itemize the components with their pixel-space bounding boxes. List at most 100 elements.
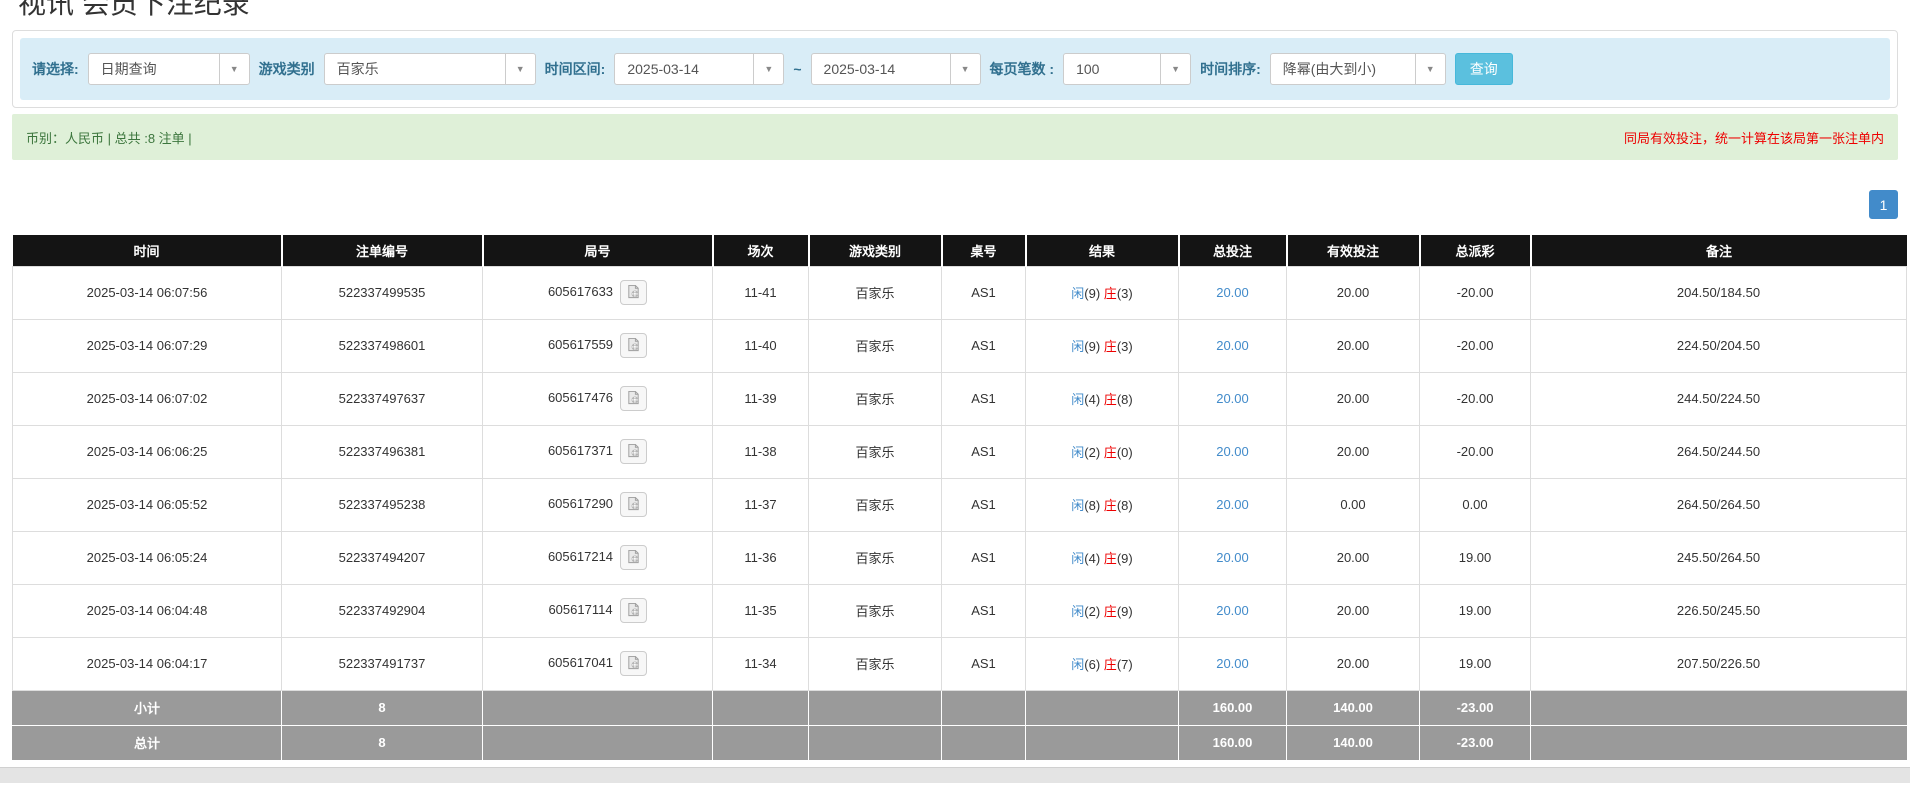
summary-count-cell: 8 [282,690,483,725]
bet-time-cell: 2025-03-14 06:07:02 [13,372,282,425]
valid-bet-cell: 20.00 [1287,372,1420,425]
game-category-cell: 百家乐 [809,266,942,319]
remark-cell: 244.50/224.50 [1531,372,1907,425]
bet-time-cell: 2025-03-14 06:04:48 [13,584,282,637]
column-header: 注单编号 [282,235,483,266]
banker-label: 庄 [1104,339,1117,354]
horizontal-scrollbar[interactable] [0,767,1910,783]
game-category-cell: 百家乐 [809,319,942,372]
date-to-select[interactable]: 2025-03-14 ▼ [811,53,981,85]
column-header: 总派彩 [1420,235,1531,266]
round-id: 605617214 [548,549,613,564]
date-from-select[interactable]: 2025-03-14 ▼ [614,53,784,85]
banker-score: (8) [1117,392,1133,407]
summary-bar: 币别：人民币 | 总共 :8 注单 | 同局有效投注，统一计算在该局第一张注单内 [12,114,1898,160]
summary-total-bet-cell: 160.00 [1179,690,1287,725]
chevron-down-icon: ▼ [505,54,535,84]
page-size-select[interactable]: 100 ▼ [1063,53,1191,85]
round-id: 605617041 [548,655,613,670]
time-sort-label: 时间排序: [1200,59,1261,79]
round-id-cell: 605617041 [483,637,713,690]
total-bet-cell: 20.00 [1179,531,1287,584]
video-replay-button[interactable] [620,545,647,570]
table-row: 2025-03-14 06:04:17522337491737 605617041… [13,637,1907,690]
column-header: 备注 [1531,235,1907,266]
summary-valid-bet-cell: 140.00 [1287,690,1420,725]
banker-label: 庄 [1104,286,1117,301]
query-type-select[interactable]: 日期查询 ▼ [88,53,250,85]
session-cell: 11-40 [713,319,809,372]
table-row: 2025-03-14 06:07:02522337497637605617476… [13,372,1907,425]
table-number-cell: AS1 [942,478,1026,531]
empty-cell [1026,690,1179,725]
round-id-cell: 605617214 [483,531,713,584]
total-bet-cell: 20.00 [1179,478,1287,531]
total-bet-link[interactable]: 20.00 [1216,391,1249,406]
column-header: 局号 [483,235,713,266]
pagination: 1 [12,190,1898,219]
video-replay-icon [626,602,641,620]
video-replay-button[interactable] [620,651,647,676]
video-replay-button[interactable] [620,598,647,623]
video-replay-button[interactable] [620,333,647,358]
video-replay-button[interactable] [620,492,647,517]
game-category-label: 游戏类别 [259,59,315,79]
table-body: 2025-03-14 06:07:56522337499535605617633… [13,266,1907,690]
time-sort-select[interactable]: 降幂(由大到小) ▼ [1270,53,1446,85]
video-replay-button[interactable] [620,439,647,464]
chevron-down-icon: ▼ [950,54,980,84]
remark-cell: 207.50/226.50 [1531,637,1907,690]
total-bet-link[interactable]: 20.00 [1216,550,1249,565]
bet-id-cell: 522337495238 [282,478,483,531]
summary-row: 小计8160.00140.00-23.00 [13,690,1907,725]
empty-cell [1531,725,1907,760]
bet-time-cell: 2025-03-14 06:07:56 [13,266,282,319]
total-bet-link[interactable]: 20.00 [1216,656,1249,671]
bet-id-cell: 522337491737 [282,637,483,690]
payout-cell: 19.00 [1420,531,1531,584]
empty-cell [942,725,1026,760]
session-cell: 11-35 [713,584,809,637]
valid-bet-cell: 20.00 [1287,266,1420,319]
session-cell: 11-39 [713,372,809,425]
summary-row: 总计8160.00140.00-23.00 [13,725,1907,760]
round-id: 605617114 [548,602,612,617]
page-size-value: 100 [1064,61,1160,77]
payout-cell: 0.00 [1420,478,1531,531]
total-bet-link[interactable]: 20.00 [1216,285,1249,300]
bet-time-cell: 2025-03-14 06:04:17 [13,637,282,690]
payout-cell: 19.00 [1420,584,1531,637]
round-id: 605617290 [548,496,613,511]
bet-id-cell: 522337497637 [282,372,483,425]
table-row: 2025-03-14 06:07:29522337498601605617559… [13,319,1907,372]
remark-cell: 264.50/264.50 [1531,478,1907,531]
round-id-cell: 605617476 [483,372,713,425]
game-category-cell: 百家乐 [809,584,942,637]
empty-cell [713,690,809,725]
video-replay-button[interactable] [620,386,647,411]
total-bet-cell: 20.00 [1179,425,1287,478]
round-id-cell: 605617371 [483,425,713,478]
column-header: 结果 [1026,235,1179,266]
chevron-down-icon: ▼ [1415,54,1445,84]
column-header: 时间 [13,235,282,266]
player-label: 闲 [1071,498,1084,513]
banker-score: (0) [1117,445,1133,460]
session-cell: 11-38 [713,425,809,478]
remark-cell: 245.50/264.50 [1531,531,1907,584]
bet-id-cell: 522337496381 [282,425,483,478]
remark-cell: 224.50/204.50 [1531,319,1907,372]
chevron-down-icon: ▼ [1160,54,1190,84]
total-bet-link[interactable]: 20.00 [1216,338,1249,353]
total-bet-link[interactable]: 20.00 [1216,603,1249,618]
total-bet-link[interactable]: 20.00 [1216,497,1249,512]
video-replay-button[interactable] [620,280,647,305]
search-button[interactable]: 查询 [1455,53,1513,85]
game-category-select[interactable]: 百家乐 ▼ [324,53,536,85]
round-id-cell: 605617633 [483,266,713,319]
empty-cell [809,725,942,760]
total-bet-link[interactable]: 20.00 [1216,444,1249,459]
page-button[interactable]: 1 [1869,190,1898,219]
empty-cell [483,725,713,760]
valid-bet-cell: 20.00 [1287,637,1420,690]
